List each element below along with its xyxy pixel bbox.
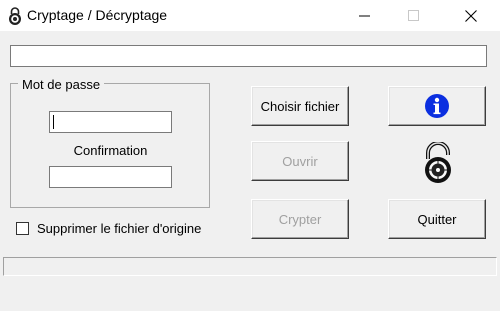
minimize-icon: [359, 15, 370, 17]
crypt-button[interactable]: Crypter: [251, 199, 349, 239]
status-bar: [3, 257, 497, 276]
padlock-icon: [9, 7, 21, 25]
open-button[interactable]: Ouvrir: [251, 141, 349, 181]
password-group-label: Mot de passe: [18, 77, 105, 92]
file-path-field[interactable]: [10, 45, 487, 67]
confirmation-input[interactable]: [49, 166, 172, 188]
maximize-button[interactable]: [391, 0, 437, 31]
close-icon: [465, 10, 477, 22]
choose-file-button[interactable]: Choisir fichier: [251, 86, 349, 126]
quit-button[interactable]: Quitter: [388, 199, 486, 239]
title-bar: Cryptage / Décryptage: [0, 0, 500, 31]
text-caret: [53, 115, 54, 129]
delete-original-label[interactable]: Supprimer le fichier d'origine: [37, 221, 201, 236]
password-input[interactable]: [49, 111, 172, 133]
confirmation-label: Confirmation: [73, 143, 148, 158]
window-title: Cryptage / Décryptage: [27, 7, 168, 23]
combination-lock-icon: [425, 142, 451, 183]
info-button[interactable]: [388, 86, 486, 126]
maximize-icon: [408, 10, 419, 21]
delete-original-checkbox[interactable]: [16, 222, 29, 235]
info-icon: [425, 94, 449, 118]
close-button[interactable]: [448, 0, 494, 31]
minimize-button[interactable]: [342, 0, 388, 31]
